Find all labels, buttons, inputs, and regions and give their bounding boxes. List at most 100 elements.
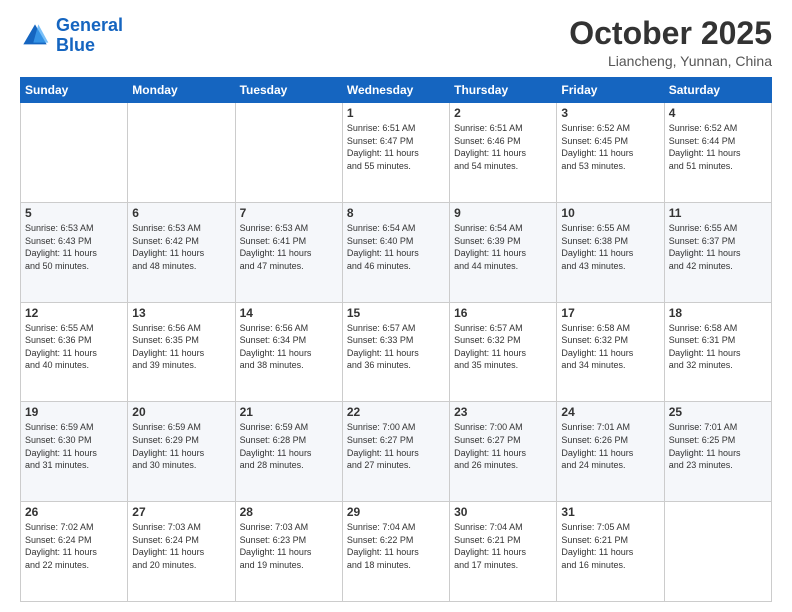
- day-number: 19: [25, 405, 123, 419]
- day-info: Sunrise: 7:04 AM Sunset: 6:22 PM Dayligh…: [347, 521, 445, 571]
- calendar-cell: 2 Sunrise: 6:51 AM Sunset: 6:46 PM Daylig…: [450, 103, 557, 203]
- calendar-cell: 14 Sunrise: 6:56 AM Sunset: 6:34 PM Dayli…: [235, 302, 342, 402]
- calendar-cell: 25Sunrise: 7:01 AM Sunset: 6:25 PM Dayli…: [664, 402, 771, 502]
- day-info: Sunrise: 6:54 AM Sunset: 6:40 PM Dayligh…: [347, 222, 445, 272]
- page: General Blue October 2025 Liancheng, Yun…: [0, 0, 792, 612]
- day-number: 14: [240, 306, 338, 320]
- day-number: 24: [561, 405, 659, 419]
- day-info: Sunrise: 6:55 AM Sunset: 6:36 PM Dayligh…: [25, 322, 123, 372]
- logo-text: General Blue: [56, 16, 123, 56]
- day-info: Sunrise: 6:57 AM Sunset: 6:32 PM Dayligh…: [454, 322, 552, 372]
- calendar-cell: 5 Sunrise: 6:53 AM Sunset: 6:43 PM Daylig…: [21, 202, 128, 302]
- day-info: Sunrise: 6:59 AM Sunset: 6:29 PM Dayligh…: [132, 421, 230, 471]
- day-number: 5: [25, 206, 123, 220]
- calendar-week-1: 1 Sunrise: 6:51 AM Sunset: 6:47 PM Daylig…: [21, 103, 772, 203]
- day-info: Sunrise: 6:54 AM Sunset: 6:39 PM Dayligh…: [454, 222, 552, 272]
- calendar-cell: [128, 103, 235, 203]
- calendar-cell: 4Sunrise: 6:52 AM Sunset: 6:44 PM Daylig…: [664, 103, 771, 203]
- day-info: Sunrise: 7:02 AM Sunset: 6:24 PM Dayligh…: [25, 521, 123, 571]
- col-thursday: Thursday: [450, 78, 557, 103]
- day-info: Sunrise: 6:58 AM Sunset: 6:32 PM Dayligh…: [561, 322, 659, 372]
- day-number: 7: [240, 206, 338, 220]
- day-info: Sunrise: 6:55 AM Sunset: 6:37 PM Dayligh…: [669, 222, 767, 272]
- col-friday: Friday: [557, 78, 664, 103]
- day-number: 3: [561, 106, 659, 120]
- day-info: Sunrise: 6:53 AM Sunset: 6:43 PM Dayligh…: [25, 222, 123, 272]
- day-number: 8: [347, 206, 445, 220]
- calendar-cell: 8 Sunrise: 6:54 AM Sunset: 6:40 PM Daylig…: [342, 202, 449, 302]
- day-info: Sunrise: 6:51 AM Sunset: 6:47 PM Dayligh…: [347, 122, 445, 172]
- calendar-week-2: 5 Sunrise: 6:53 AM Sunset: 6:43 PM Daylig…: [21, 202, 772, 302]
- day-info: Sunrise: 7:00 AM Sunset: 6:27 PM Dayligh…: [347, 421, 445, 471]
- calendar-cell: 17 Sunrise: 6:58 AM Sunset: 6:32 PM Dayli…: [557, 302, 664, 402]
- day-info: Sunrise: 7:05 AM Sunset: 6:21 PM Dayligh…: [561, 521, 659, 571]
- calendar-cell: 28Sunrise: 7:03 AM Sunset: 6:23 PM Dayli…: [235, 502, 342, 602]
- calendar-cell: 11 Sunrise: 6:55 AM Sunset: 6:37 PM Dayli…: [664, 202, 771, 302]
- calendar-cell: 15Sunrise: 6:57 AM Sunset: 6:33 PM Dayli…: [342, 302, 449, 402]
- col-wednesday: Wednesday: [342, 78, 449, 103]
- day-info: Sunrise: 6:59 AM Sunset: 6:28 PM Dayligh…: [240, 421, 338, 471]
- title-block: October 2025 Liancheng, Yunnan, China: [569, 16, 772, 69]
- header: General Blue October 2025 Liancheng, Yun…: [20, 16, 772, 69]
- calendar-cell: 23 Sunrise: 7:00 AM Sunset: 6:27 PM Dayli…: [450, 402, 557, 502]
- col-sunday: Sunday: [21, 78, 128, 103]
- day-info: Sunrise: 7:03 AM Sunset: 6:23 PM Dayligh…: [240, 521, 338, 571]
- location: Liancheng, Yunnan, China: [569, 53, 772, 69]
- calendar-cell: 26Sunrise: 7:02 AM Sunset: 6:24 PM Dayli…: [21, 502, 128, 602]
- logo-blue: Blue: [56, 35, 95, 55]
- calendar-cell: 31 Sunrise: 7:05 AM Sunset: 6:21 PM Dayli…: [557, 502, 664, 602]
- day-number: 17: [561, 306, 659, 320]
- day-info: Sunrise: 6:53 AM Sunset: 6:41 PM Dayligh…: [240, 222, 338, 272]
- day-info: Sunrise: 6:57 AM Sunset: 6:33 PM Dayligh…: [347, 322, 445, 372]
- day-number: 13: [132, 306, 230, 320]
- day-info: Sunrise: 6:51 AM Sunset: 6:46 PM Dayligh…: [454, 122, 552, 172]
- day-info: Sunrise: 6:52 AM Sunset: 6:45 PM Dayligh…: [561, 122, 659, 172]
- day-number: 1: [347, 106, 445, 120]
- calendar-week-5: 26Sunrise: 7:02 AM Sunset: 6:24 PM Dayli…: [21, 502, 772, 602]
- calendar-cell: 13 Sunrise: 6:56 AM Sunset: 6:35 PM Dayli…: [128, 302, 235, 402]
- day-info: Sunrise: 6:56 AM Sunset: 6:35 PM Dayligh…: [132, 322, 230, 372]
- calendar-cell: 20 Sunrise: 6:59 AM Sunset: 6:29 PM Dayli…: [128, 402, 235, 502]
- calendar-cell: [235, 103, 342, 203]
- col-saturday: Saturday: [664, 78, 771, 103]
- day-number: 20: [132, 405, 230, 419]
- day-number: 16: [454, 306, 552, 320]
- logo-icon: [20, 21, 50, 51]
- day-info: Sunrise: 7:01 AM Sunset: 6:25 PM Dayligh…: [669, 421, 767, 471]
- calendar-cell: 16 Sunrise: 6:57 AM Sunset: 6:32 PM Dayli…: [450, 302, 557, 402]
- day-number: 2: [454, 106, 552, 120]
- col-tuesday: Tuesday: [235, 78, 342, 103]
- day-number: 31: [561, 505, 659, 519]
- day-number: 11: [669, 206, 767, 220]
- day-info: Sunrise: 6:53 AM Sunset: 6:42 PM Dayligh…: [132, 222, 230, 272]
- day-number: 10: [561, 206, 659, 220]
- calendar-cell: 9Sunrise: 6:54 AM Sunset: 6:39 PM Daylig…: [450, 202, 557, 302]
- calendar-cell: 22 Sunrise: 7:00 AM Sunset: 6:27 PM Dayli…: [342, 402, 449, 502]
- calendar-cell: 7 Sunrise: 6:53 AM Sunset: 6:41 PM Daylig…: [235, 202, 342, 302]
- day-info: Sunrise: 7:00 AM Sunset: 6:27 PM Dayligh…: [454, 421, 552, 471]
- day-info: Sunrise: 6:58 AM Sunset: 6:31 PM Dayligh…: [669, 322, 767, 372]
- day-info: Sunrise: 6:59 AM Sunset: 6:30 PM Dayligh…: [25, 421, 123, 471]
- day-number: 23: [454, 405, 552, 419]
- calendar-cell: 21 Sunrise: 6:59 AM Sunset: 6:28 PM Dayli…: [235, 402, 342, 502]
- calendar-cell: 1 Sunrise: 6:51 AM Sunset: 6:47 PM Daylig…: [342, 103, 449, 203]
- day-number: 29: [347, 505, 445, 519]
- day-info: Sunrise: 7:01 AM Sunset: 6:26 PM Dayligh…: [561, 421, 659, 471]
- day-info: Sunrise: 6:56 AM Sunset: 6:34 PM Dayligh…: [240, 322, 338, 372]
- calendar-cell: 27Sunrise: 7:03 AM Sunset: 6:24 PM Dayli…: [128, 502, 235, 602]
- calendar-week-3: 12Sunrise: 6:55 AM Sunset: 6:36 PM Dayli…: [21, 302, 772, 402]
- calendar-cell: 29 Sunrise: 7:04 AM Sunset: 6:22 PM Dayli…: [342, 502, 449, 602]
- calendar-cell: 6 Sunrise: 6:53 AM Sunset: 6:42 PM Daylig…: [128, 202, 235, 302]
- day-info: Sunrise: 6:55 AM Sunset: 6:38 PM Dayligh…: [561, 222, 659, 272]
- day-number: 30: [454, 505, 552, 519]
- logo-general: General: [56, 15, 123, 35]
- calendar-cell: 19 Sunrise: 6:59 AM Sunset: 6:30 PM Dayli…: [21, 402, 128, 502]
- day-number: 22: [347, 405, 445, 419]
- day-number: 21: [240, 405, 338, 419]
- day-number: 27: [132, 505, 230, 519]
- day-info: Sunrise: 6:52 AM Sunset: 6:44 PM Dayligh…: [669, 122, 767, 172]
- calendar-cell: 30Sunrise: 7:04 AM Sunset: 6:21 PM Dayli…: [450, 502, 557, 602]
- calendar-cell: 10 Sunrise: 6:55 AM Sunset: 6:38 PM Dayli…: [557, 202, 664, 302]
- calendar-week-4: 19 Sunrise: 6:59 AM Sunset: 6:30 PM Dayli…: [21, 402, 772, 502]
- day-number: 6: [132, 206, 230, 220]
